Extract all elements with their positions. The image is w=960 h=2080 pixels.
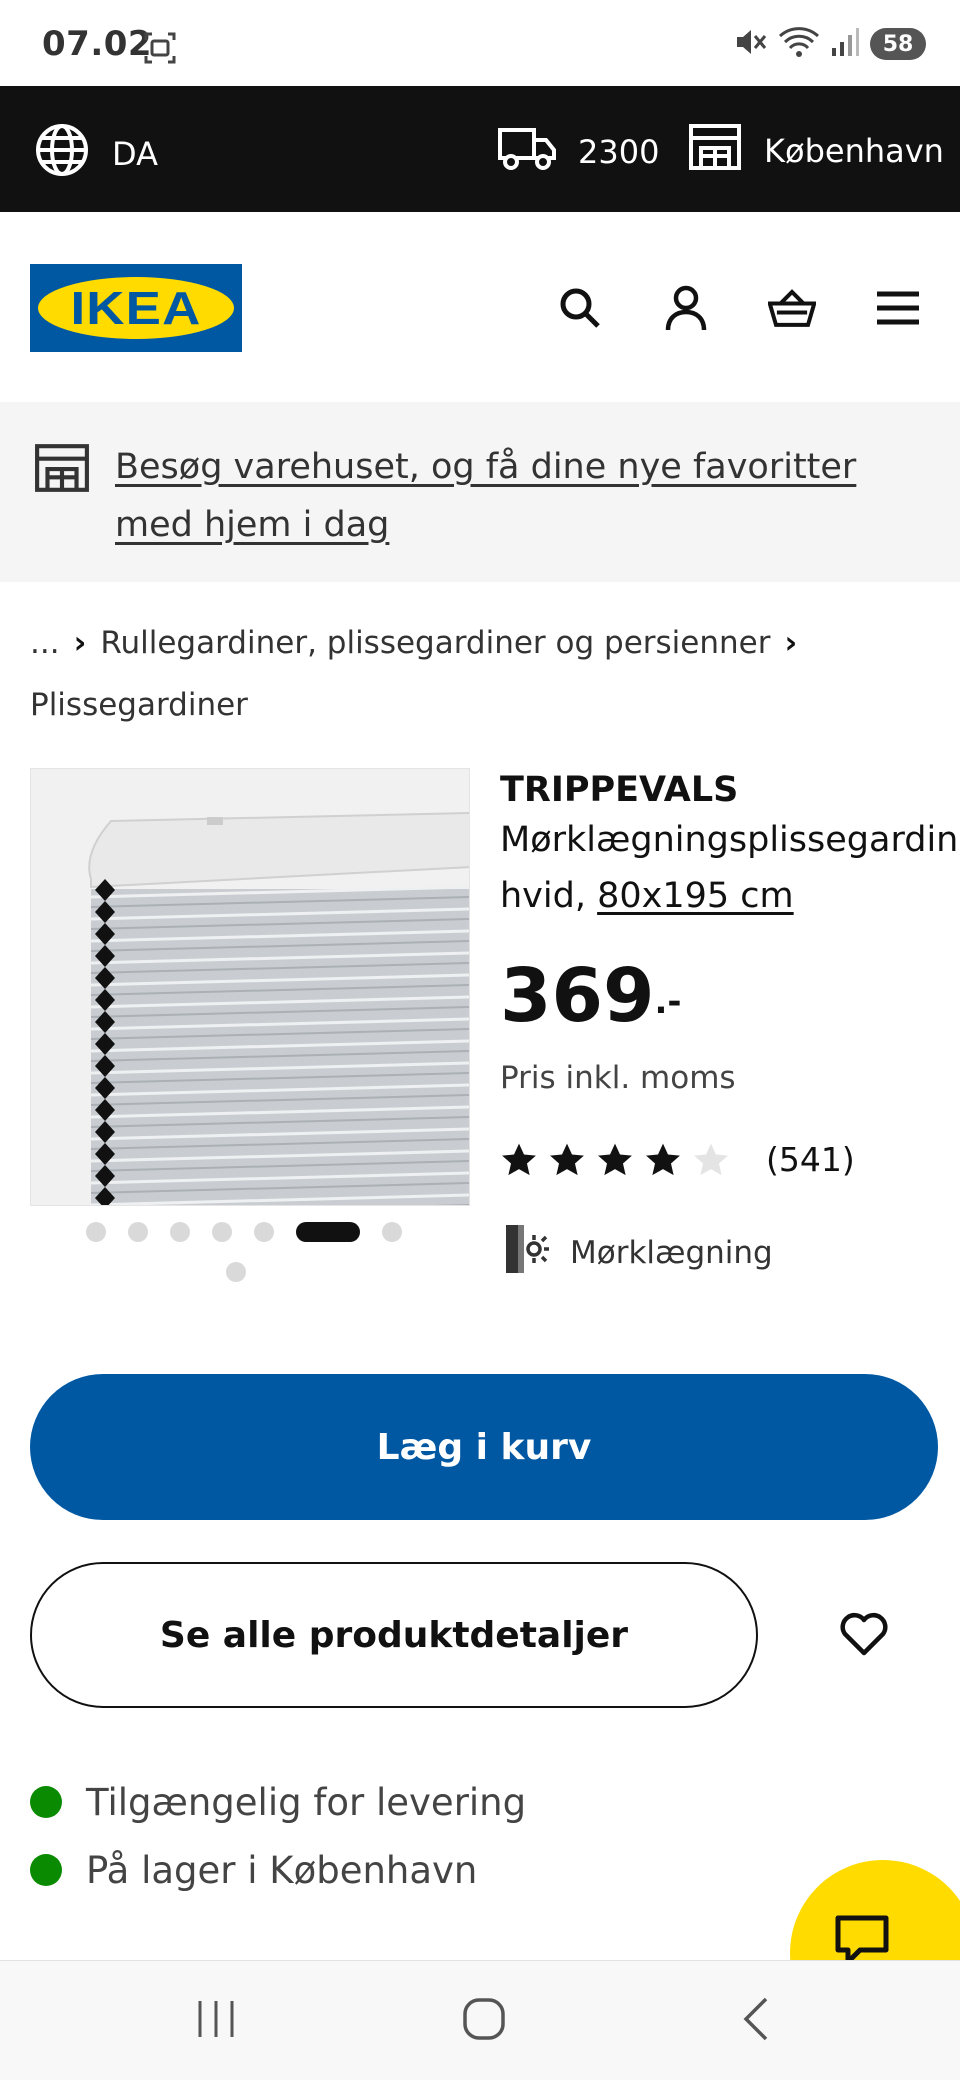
carousel-dot[interactable] <box>170 1222 190 1242</box>
product-info: TRIPPEVALS Mørklægningsplissegardin, hvi… <box>500 768 960 1285</box>
status-bar: 07.02 58 <box>0 0 960 86</box>
product-price: 369.- <box>500 956 960 1042</box>
product-feature: Mørklægning <box>500 1221 960 1285</box>
price-note: Pris inkl. moms <box>500 1060 736 1096</box>
pleat-shadow <box>432 1204 469 1205</box>
shopping-bag-icon[interactable] <box>768 284 816 332</box>
system-navigation-bar <box>0 1960 960 2080</box>
feature-label: Mørklægning <box>570 1235 773 1271</box>
carousel-dot[interactable] <box>382 1222 402 1242</box>
image-carousel-indicator <box>86 1222 426 1282</box>
rating-stars <box>500 1142 730 1178</box>
recent-apps-icon[interactable] <box>194 1997 238 2045</box>
product-name[interactable]: TRIPPEVALS <box>500 768 960 812</box>
price-value: 369 <box>500 953 655 1039</box>
language-label: DA <box>112 135 158 173</box>
available-indicator-icon <box>30 1786 62 1818</box>
product-rating[interactable]: (541) <box>500 1140 960 1179</box>
store-availability[interactable]: På lager i København <box>30 1836 526 1904</box>
globe-icon <box>34 122 90 186</box>
site-header: IKEA <box>0 212 960 402</box>
product-color: hvid, <box>500 876 586 916</box>
favorite-button[interactable] <box>822 1600 906 1672</box>
star-filled-icon <box>502 1143 536 1175</box>
store-availability-label: På lager i København <box>86 1848 478 1892</box>
breadcrumb-ellipsis[interactable]: ... <box>30 625 60 661</box>
blackout-icon <box>500 1221 556 1285</box>
postal-code-label: 2300 <box>578 133 660 171</box>
screenshot-icon <box>142 30 178 70</box>
carousel-dot[interactable] <box>86 1222 106 1242</box>
carousel-dot[interactable] <box>254 1222 274 1242</box>
menu-icon[interactable] <box>874 284 922 332</box>
heart-icon <box>839 1612 889 1660</box>
ikea-logo[interactable]: IKEA <box>30 264 242 352</box>
delivery-availability-label: Tilgængelig for levering <box>86 1780 527 1824</box>
star-filled-icon <box>550 1143 584 1175</box>
product-details-label: Se alle produktdetaljer <box>159 1614 629 1656</box>
add-to-cart-button[interactable]: Læg i kurv <box>30 1374 938 1520</box>
breadcrumb-separator: › <box>73 625 87 661</box>
store-icon <box>34 442 90 498</box>
carousel-dot[interactable] <box>226 1262 246 1282</box>
wifi-icon <box>778 26 820 62</box>
star-filled-icon <box>598 1143 632 1175</box>
star-filled-icon <box>646 1143 680 1175</box>
store-visit-banner[interactable]: Besøg varehuset, og få dine nye favoritt… <box>0 402 960 582</box>
home-icon[interactable] <box>462 1997 506 2045</box>
breadcrumb-item-category[interactable]: Rullegardiner, plissegardiner og persien… <box>100 625 770 661</box>
signal-icon <box>830 26 860 62</box>
carousel-dot[interactable] <box>128 1222 148 1242</box>
banner-link[interactable]: Besøg varehuset, og få dine nye favoritt… <box>115 438 935 554</box>
carousel-dot-active[interactable] <box>296 1222 360 1242</box>
store-selector[interactable]: København <box>688 122 944 180</box>
account-icon[interactable] <box>662 284 710 332</box>
product-details-button[interactable]: Se alle produktdetaljer <box>30 1562 758 1708</box>
postal-code-selector[interactable]: 2300 <box>496 122 659 182</box>
battery-icon: 58 <box>870 28 926 60</box>
back-icon[interactable] <box>736 1997 780 2045</box>
available-indicator-icon <box>30 1854 62 1886</box>
mute-icon <box>734 26 768 62</box>
price-suffix: .- <box>654 982 682 1022</box>
breadcrumb-item-subcategory[interactable]: Plissegardiner <box>30 687 248 723</box>
review-count: (541) <box>766 1140 855 1179</box>
add-to-cart-label: Læg i kurv <box>376 1426 592 1468</box>
delivery-truck-icon <box>496 122 558 182</box>
delivery-availability[interactable]: Tilgængelig for levering <box>30 1768 526 1836</box>
logo-text: IKEA <box>70 282 202 334</box>
carousel-dot[interactable] <box>212 1222 232 1242</box>
availability-section: Tilgængelig for levering På lager i Købe… <box>30 1768 526 1904</box>
product-variant: hvid, 80x195 cm <box>500 868 960 924</box>
star-empty-icon <box>694 1143 728 1175</box>
breadcrumb: ... › Rullegardiner, plissegardiner og per… <box>30 612 930 736</box>
search-icon[interactable] <box>556 284 604 332</box>
product-image[interactable] <box>30 768 470 1206</box>
breadcrumb-separator: › <box>784 625 798 661</box>
store-icon <box>688 122 742 180</box>
top-bar: DA 2300 København <box>0 86 960 212</box>
status-icons: 58 <box>734 26 926 62</box>
product-description: Mørklægningsplissegardin, <box>500 820 960 860</box>
status-time: 07.02 <box>42 24 153 64</box>
store-label: København <box>764 132 944 170</box>
language-selector[interactable]: DA <box>34 122 158 186</box>
product-size-link[interactable]: 80x195 cm <box>597 876 794 916</box>
